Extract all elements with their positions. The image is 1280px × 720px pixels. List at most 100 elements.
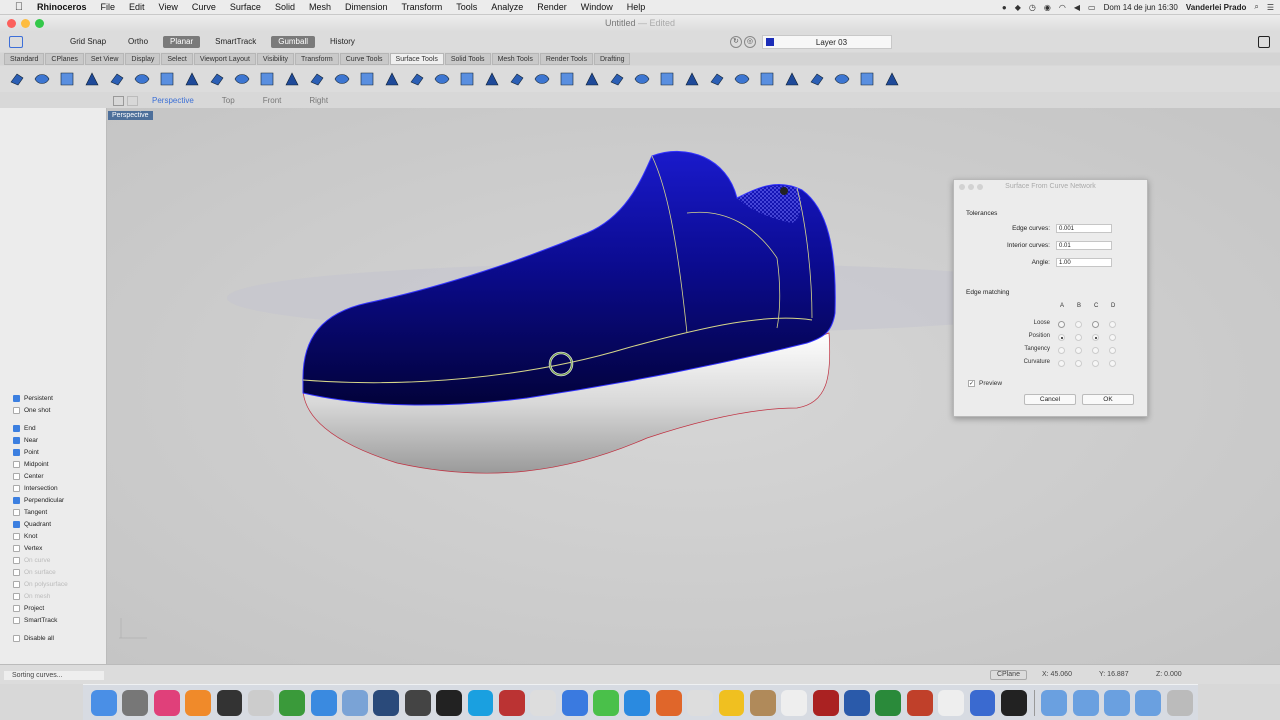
safari2-icon[interactable] [624, 689, 651, 716]
dialog-zoom-icon[interactable] [977, 184, 983, 190]
match-radio-d[interactable] [1109, 347, 1116, 354]
ibooks-icon[interactable] [185, 689, 211, 716]
points-on-icon[interactable] [579, 69, 604, 89]
layer-selector[interactable]: Layer 03 [761, 35, 892, 49]
match-srf-icon[interactable] [454, 69, 479, 89]
interior-curves-field[interactable]: 0.01 [1056, 241, 1112, 250]
edit-pt-icon[interactable] [629, 69, 654, 89]
rail-revolve-icon[interactable] [29, 69, 54, 89]
chrome-icon[interactable] [687, 689, 713, 716]
itunes-icon[interactable] [153, 689, 180, 716]
tab-solid-tools[interactable]: Solid Tools [444, 53, 491, 65]
terminal-icon[interactable] [1000, 689, 1027, 716]
menu-tools[interactable]: Tools [449, 2, 484, 12]
calendar-icon[interactable] [781, 689, 808, 716]
tab-standard[interactable]: Standard [4, 53, 45, 65]
osnap-on-curve[interactable]: On curve [13, 554, 68, 566]
osnap-checkbox[interactable] [13, 592, 20, 600]
loft-icon[interactable] [4, 69, 29, 89]
folder2-icon[interactable] [1135, 689, 1162, 716]
ortho-button[interactable]: Ortho [121, 36, 155, 48]
ok-button[interactable]: OK [1082, 394, 1134, 405]
extrude-icon[interactable] [104, 69, 129, 89]
spotlight-icon[interactable]: ⌕ [1254, 2, 1258, 12]
minimize-window-icon[interactable] [21, 19, 30, 28]
sweep2-icon[interactable] [79, 69, 104, 89]
documents-icon[interactable] [1072, 689, 1099, 716]
single-view-icon[interactable] [127, 95, 138, 106]
menu-view[interactable]: View [152, 2, 185, 12]
apple-icon[interactable]:  [8, 1, 30, 13]
osnap-checkbox[interactable] [13, 484, 20, 492]
osnap-point[interactable]: Point [13, 446, 68, 458]
explode-icon[interactable] [379, 69, 404, 89]
menu-user[interactable]: Vanderlei Prado [1186, 3, 1246, 12]
preview-checkbox[interactable]: ✓ Preview [968, 380, 1002, 387]
photos-icon[interactable] [938, 689, 964, 716]
taper-icon[interactable] [729, 69, 754, 89]
smarttrack-button[interactable]: SmartTrack [208, 36, 263, 48]
tab-drafting[interactable]: Drafting [593, 53, 631, 65]
osnap-persistent[interactable]: Persistent [13, 392, 68, 404]
match-radio-a[interactable] [1058, 321, 1065, 328]
timemachine-icon[interactable]: ◷ [1029, 3, 1036, 12]
osnap-checkbox[interactable] [13, 520, 20, 528]
osnap-checkbox[interactable] [13, 448, 20, 456]
command-line[interactable]: Sorting curves... [4, 671, 104, 680]
illustrator-icon[interactable] [436, 689, 462, 716]
messages-icon[interactable] [593, 689, 619, 716]
match-radio-b[interactable] [1075, 360, 1082, 367]
dialog-minimize-icon[interactable] [968, 184, 974, 190]
control-pts-icon[interactable] [654, 69, 679, 89]
volume-icon[interactable]: ◀ [1074, 3, 1080, 12]
network-srf-icon[interactable] [129, 69, 154, 89]
panels-toggle-icon[interactable] [1258, 36, 1270, 48]
rhino-icon[interactable] [498, 689, 525, 716]
downloads-icon[interactable] [1041, 689, 1068, 716]
match-radio-d[interactable] [1109, 334, 1116, 341]
osnap-vertex[interactable]: Vertex [13, 542, 68, 554]
osnap-tangent[interactable]: Tangent [13, 506, 68, 518]
menu-render[interactable]: Render [530, 2, 574, 12]
twist-icon[interactable] [704, 69, 729, 89]
menu-window[interactable]: Window [574, 2, 620, 12]
planar-button[interactable]: Planar [163, 36, 201, 48]
match-radio-b[interactable] [1075, 334, 1082, 341]
tab-front[interactable]: Front [263, 96, 282, 105]
quicktime-icon[interactable] [373, 689, 400, 716]
osnap-checkbox[interactable] [13, 424, 20, 432]
history-button[interactable]: History [323, 36, 362, 48]
menu-analyze[interactable]: Analyze [484, 2, 530, 12]
tab-cplanes[interactable]: CPlanes [45, 53, 84, 65]
appstore-icon[interactable] [310, 689, 337, 716]
osnap-one-shot[interactable]: One shot [13, 404, 68, 416]
tab-display[interactable]: Display [125, 53, 161, 65]
preview-check-icon[interactable]: ✓ [968, 380, 975, 387]
safari-icon[interactable] [561, 689, 588, 716]
inkscape-icon[interactable] [404, 689, 431, 716]
trash-icon[interactable] [1166, 689, 1193, 716]
firefox-icon[interactable] [655, 689, 682, 716]
osnap-checkbox[interactable] [13, 544, 20, 552]
close-window-icon[interactable] [7, 19, 16, 28]
osnap-midpoint[interactable]: Midpoint [13, 458, 68, 470]
osnap-checkbox[interactable] [13, 604, 20, 612]
match-radio-b[interactable] [1075, 321, 1082, 328]
untrim-icon[interactable] [329, 69, 354, 89]
offset-srf-icon[interactable] [204, 69, 229, 89]
tab-render-tools[interactable]: Render Tools [539, 53, 593, 65]
osnap-on-surface[interactable]: On surface [13, 566, 68, 578]
menu-surface[interactable]: Surface [223, 2, 268, 12]
battery-icon[interactable]: ▭ [1088, 3, 1096, 12]
textedit-icon[interactable] [247, 689, 274, 716]
tab-select[interactable]: Select [161, 53, 193, 65]
menu-help[interactable]: Help [620, 2, 653, 12]
tab-curve-tools[interactable]: Curve Tools [339, 53, 389, 65]
osnap-checkbox[interactable] [13, 460, 20, 468]
cancel-button[interactable]: Cancel [1024, 394, 1076, 405]
target-icon[interactable]: ◎ [743, 36, 756, 48]
points-off-icon[interactable] [604, 69, 629, 89]
extend-srf-icon[interactable] [504, 69, 529, 89]
trim-icon[interactable] [304, 69, 329, 89]
osnap-knot[interactable]: Knot [13, 530, 68, 542]
